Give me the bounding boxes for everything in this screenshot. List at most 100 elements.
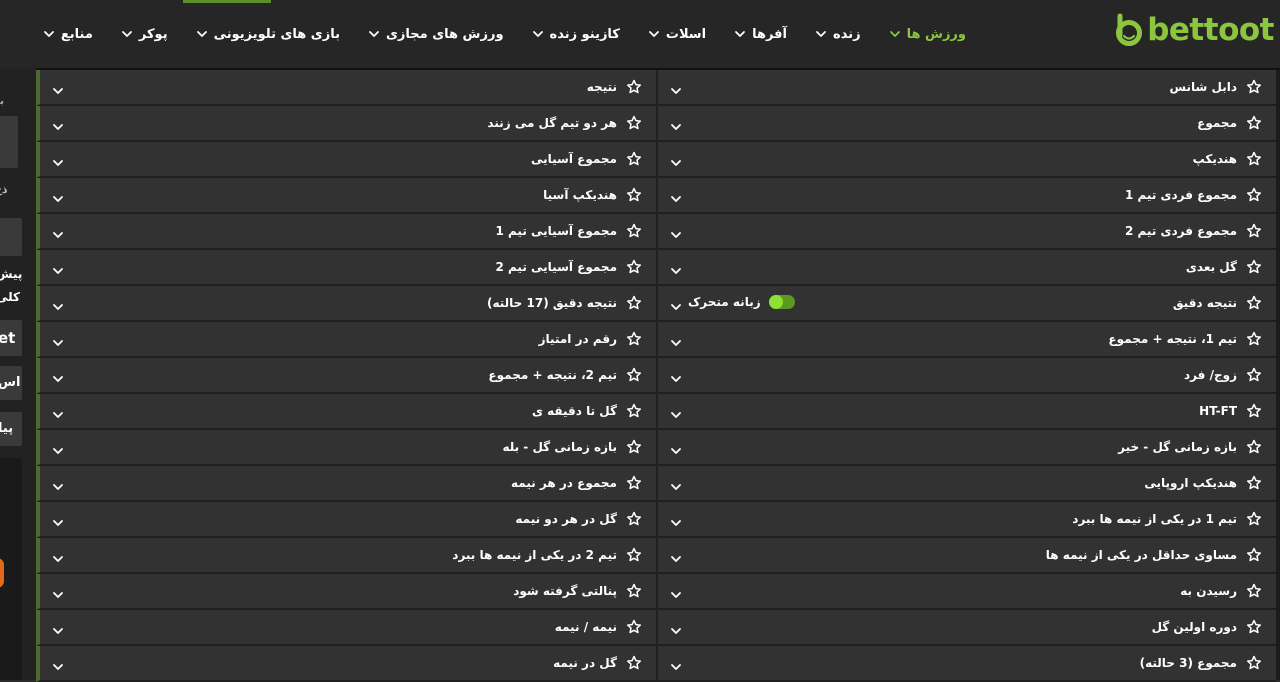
- expand-chevron[interactable]: [52, 370, 64, 382]
- expand-chevron[interactable]: [670, 154, 682, 166]
- market-row[interactable]: زوج/ فرد: [656, 358, 1276, 394]
- favorite-star-icon[interactable]: [1246, 259, 1262, 275]
- market-row[interactable]: مجموع (3 حالته): [656, 646, 1276, 682]
- favorite-star-icon[interactable]: [626, 187, 642, 203]
- sidebar-box[interactable]: [0, 116, 18, 168]
- favorite-star-icon[interactable]: [626, 619, 642, 635]
- expand-chevron[interactable]: [670, 226, 682, 238]
- expand-chevron[interactable]: [670, 370, 682, 382]
- market-row[interactable]: هندیکپ اروپایی: [656, 466, 1276, 502]
- market-row[interactable]: هر دو تیم گل می زنند: [36, 106, 656, 142]
- favorite-star-icon[interactable]: [626, 547, 642, 563]
- expand-chevron[interactable]: [52, 478, 64, 490]
- market-row[interactable]: گل در هر دو نیمه: [36, 502, 656, 538]
- favorite-star-icon[interactable]: [626, 259, 642, 275]
- market-row[interactable]: دابل شانس: [656, 70, 1276, 106]
- market-row[interactable]: گل در نیمه: [36, 646, 656, 682]
- expand-chevron[interactable]: [670, 586, 682, 598]
- favorite-star-icon[interactable]: [1246, 295, 1262, 311]
- favorite-star-icon[interactable]: [1246, 583, 1262, 599]
- brand-logo[interactable]: bettoot: [1111, 12, 1274, 48]
- favorite-star-icon[interactable]: [626, 331, 642, 347]
- favorite-star-icon[interactable]: [1246, 619, 1262, 635]
- favorite-star-icon[interactable]: [1246, 547, 1262, 563]
- favorite-star-icon[interactable]: [626, 511, 642, 527]
- market-row[interactable]: رسیدن به: [656, 574, 1276, 610]
- market-row[interactable]: نتیجه: [36, 70, 656, 106]
- expand-chevron[interactable]: [670, 190, 682, 202]
- expand-chevron[interactable]: [670, 478, 682, 490]
- expand-chevron[interactable]: [670, 514, 682, 526]
- nav-item[interactable]: آفرها: [720, 0, 801, 68]
- market-row[interactable]: بازه زمانی گل - بله: [36, 430, 656, 466]
- expand-chevron[interactable]: [52, 82, 64, 94]
- favorite-star-icon[interactable]: [626, 115, 642, 131]
- market-row[interactable]: مساوی حداقل در یکی از نیمه ها: [656, 538, 1276, 574]
- favorite-star-icon[interactable]: [626, 367, 642, 383]
- expand-chevron[interactable]: [52, 190, 64, 202]
- expand-chevron[interactable]: [670, 118, 682, 130]
- market-row[interactable]: تیم 2، نتیجه + مجموع: [36, 358, 656, 394]
- favorite-star-icon[interactable]: [1246, 331, 1262, 347]
- market-row[interactable]: مجموع آسیایی تیم 1: [36, 214, 656, 250]
- market-row[interactable]: گل بعدی: [656, 250, 1276, 286]
- expand-chevron[interactable]: [670, 442, 682, 454]
- sidebar-box[interactable]: [0, 218, 22, 256]
- favorite-star-icon[interactable]: [1246, 115, 1262, 131]
- expand-chevron[interactable]: [52, 550, 64, 562]
- page-scrollbar[interactable]: [1276, 70, 1280, 680]
- market-row[interactable]: گل تا دقیقه ی: [36, 394, 656, 430]
- favorite-star-icon[interactable]: [626, 439, 642, 455]
- favorite-star-icon[interactable]: [1246, 403, 1262, 419]
- favorite-star-icon[interactable]: [626, 655, 642, 671]
- expand-chevron[interactable]: [670, 334, 682, 346]
- nav-item[interactable]: منابع: [29, 0, 107, 68]
- favorite-star-icon[interactable]: [1246, 367, 1262, 383]
- expand-chevron[interactable]: [52, 406, 64, 418]
- favorite-star-icon[interactable]: [626, 79, 642, 95]
- expand-chevron[interactable]: [52, 226, 64, 238]
- sidebar-button[interactable]: اس: [0, 366, 22, 400]
- expand-chevron[interactable]: [670, 550, 682, 562]
- expand-chevron[interactable]: [670, 82, 682, 94]
- favorite-star-icon[interactable]: [626, 403, 642, 419]
- market-row[interactable]: مجموع: [656, 106, 1276, 142]
- nav-item[interactable]: کازینو زنده: [518, 0, 634, 68]
- market-row[interactable]: هندیکپ: [656, 142, 1276, 178]
- sidebar-banner[interactable]: [0, 458, 22, 680]
- expand-chevron[interactable]: [52, 154, 64, 166]
- market-row[interactable]: مجموع در هر نیمه: [36, 466, 656, 502]
- expand-chevron[interactable]: [670, 262, 682, 274]
- sidebar-button[interactable]: et: [0, 320, 22, 356]
- favorite-star-icon[interactable]: [626, 151, 642, 167]
- expand-chevron[interactable]: [52, 586, 64, 598]
- nav-item[interactable]: ورزش های مجازی: [354, 0, 518, 68]
- expand-chevron[interactable]: [52, 262, 64, 274]
- market-row[interactable]: تیم 2 در یکی از نیمه ها ببرد: [36, 538, 656, 574]
- market-row[interactable]: هندیکپ آسیا: [36, 178, 656, 214]
- expand-chevron[interactable]: [670, 658, 682, 670]
- market-row[interactable]: نتیجه دقیق زبانه متحرک: [656, 286, 1276, 322]
- favorite-star-icon[interactable]: [626, 475, 642, 491]
- market-row[interactable]: مجموع فردی تیم 1: [656, 178, 1276, 214]
- expand-chevron[interactable]: [52, 622, 64, 634]
- sidebar-button[interactable]: پیا: [0, 412, 22, 446]
- expand-chevron[interactable]: [52, 442, 64, 454]
- market-row[interactable]: نیمه / نیمه: [36, 610, 656, 646]
- favorite-star-icon[interactable]: [1246, 475, 1262, 491]
- expand-chevron[interactable]: [52, 658, 64, 670]
- favorite-star-icon[interactable]: [1246, 223, 1262, 239]
- favorite-star-icon[interactable]: [1246, 511, 1262, 527]
- favorite-star-icon[interactable]: [626, 223, 642, 239]
- favorite-star-icon[interactable]: [626, 583, 642, 599]
- favorite-star-icon[interactable]: [1246, 151, 1262, 167]
- expand-chevron[interactable]: [52, 118, 64, 130]
- market-row[interactable]: مجموع آسیایی: [36, 142, 656, 178]
- nav-item[interactable]: اسلات: [634, 0, 720, 68]
- nav-item[interactable]: زنده: [801, 0, 875, 68]
- expand-chevron[interactable]: [52, 298, 64, 310]
- market-row[interactable]: تیم 1 در یکی از نیمه ها ببرد: [656, 502, 1276, 538]
- favorite-star-icon[interactable]: [626, 295, 642, 311]
- expand-chevron[interactable]: [670, 298, 682, 310]
- favorite-star-icon[interactable]: [1246, 655, 1262, 671]
